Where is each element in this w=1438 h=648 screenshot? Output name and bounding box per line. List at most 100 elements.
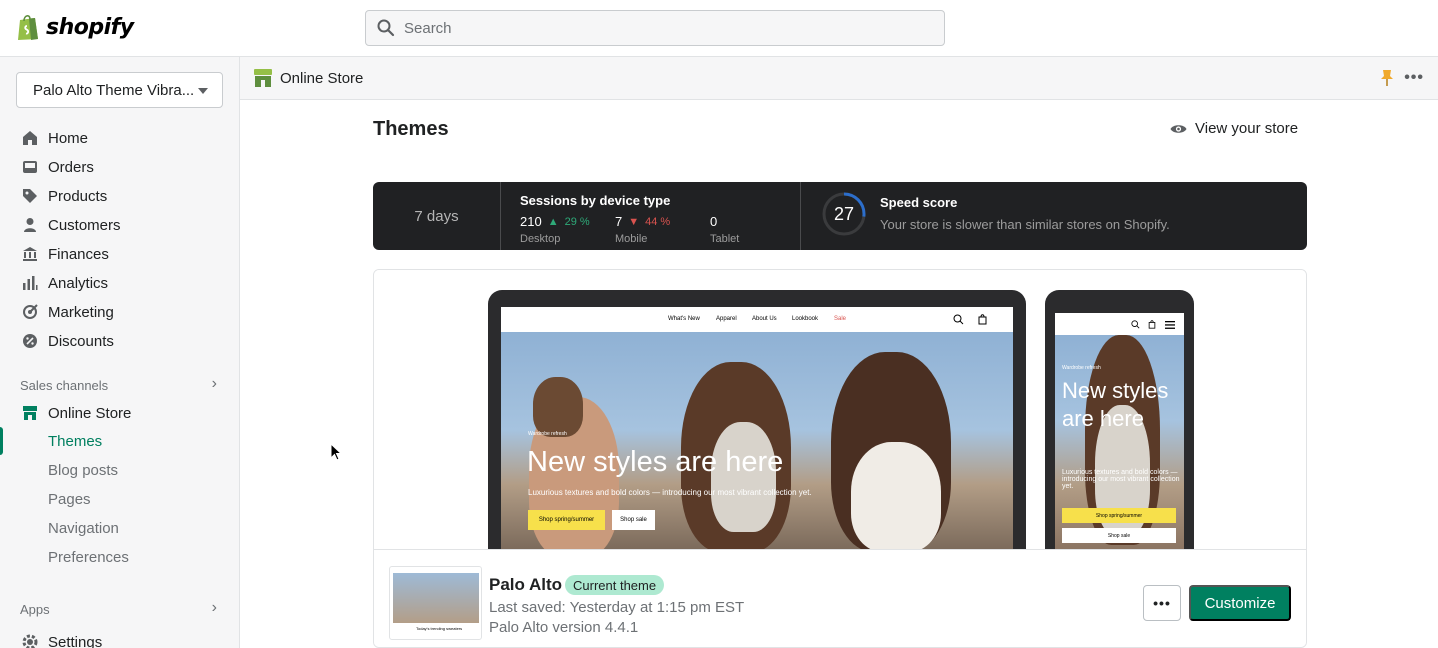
theme-thumbnail[interactable]: Today's trending sweaters <box>389 566 482 640</box>
period-selector[interactable]: 7 days <box>373 182 501 250</box>
sidebar-item-online-store[interactable]: Online Store <box>0 399 240 427</box>
sidebar-item-label: Settings <box>48 633 103 648</box>
mobile-primary-button: Shop spring/summer <box>1062 508 1176 523</box>
bar-chart-icon <box>21 274 39 292</box>
mobile-change: 44 % <box>645 215 671 228</box>
sidebar-item-customers[interactable]: Customers <box>0 211 240 239</box>
chevron-right-icon[interactable]: › <box>212 375 217 393</box>
speed-score-title[interactable]: Speed score <box>880 195 957 210</box>
tablet-value: 0 <box>710 214 718 229</box>
mobile-label: Mobile <box>615 233 648 245</box>
sidebar-subitem-label: Themes <box>48 432 103 450</box>
sidebar-item-home[interactable]: Home <box>0 124 240 152</box>
mobile-headline: New styles are here <box>1062 378 1169 431</box>
mouse-cursor-icon <box>330 443 342 461</box>
mobile-eyebrow: Wardrobe refresh <box>1062 365 1101 371</box>
sidebar-item-analytics[interactable]: Analytics <box>0 269 240 297</box>
speed-score-description: Your store is slower than similar stores… <box>880 217 1170 232</box>
preview-nav-item: Sale <box>834 316 847 322</box>
target-icon <box>21 303 39 321</box>
store-name: Palo Alto Theme Vibra... <box>33 81 195 99</box>
desktop-preview: What's New Apparel About Us Lookbook Sal… <box>488 290 1026 550</box>
sidebar-item-label: Marketing <box>48 303 114 321</box>
discount-icon <box>21 332 39 350</box>
preview-nav-item: About Us <box>752 316 777 322</box>
theme-actions-button[interactable]: ••• <box>1143 585 1181 621</box>
sidebar-subitem-navigation[interactable]: Navigation <box>0 514 240 542</box>
desktop-label: Desktop <box>520 233 561 245</box>
tablet-label: Tablet <box>710 233 740 245</box>
bank-icon <box>21 245 39 263</box>
store-selector[interactable]: Palo Alto Theme Vibra... <box>16 72 223 108</box>
mobile-sessions: 7 ▼ 44 % Mobile <box>615 214 670 245</box>
current-theme-card: What's New Apparel About Us Lookbook Sal… <box>373 269 1307 648</box>
sidebar-item-settings[interactable]: Settings <box>0 628 240 648</box>
preview-nav-item: What's New <box>668 316 700 322</box>
theme-preview: What's New Apparel About Us Lookbook Sal… <box>374 270 1306 550</box>
preview-nav: What's New Apparel About Us Lookbook Sal… <box>501 307 1013 332</box>
sidebar-subitem-blog-posts[interactable]: Blog posts <box>0 456 240 484</box>
speed-score-value[interactable]: 27 <box>821 191 867 237</box>
sidebar-item-label: Customers <box>48 216 121 234</box>
theme-name: Palo Alto <box>489 575 563 594</box>
chevron-right-icon[interactable]: › <box>212 599 217 617</box>
sidebar-subitem-label: Blog posts <box>48 461 119 479</box>
page-title: Themes <box>373 118 449 140</box>
shopify-logo[interactable]: shopify <box>16 13 134 41</box>
mobile-secondary-button: Shop sale <box>1062 528 1176 543</box>
preview-primary-button: Shop spring/summer <box>528 510 605 530</box>
sidebar-subitem-label: Pages <box>48 490 91 508</box>
up-arrow-icon: ▲ <box>547 215 559 228</box>
store-icon <box>254 69 272 87</box>
view-store-link[interactable]: View your store <box>1170 120 1298 137</box>
tag-icon <box>21 187 39 205</box>
search-icon <box>377 19 395 37</box>
sidebar: Palo Alto Theme Vibra... Home Orders Pro… <box>0 57 240 648</box>
sidebar-subitem-label: Navigation <box>48 519 119 537</box>
model-figure <box>533 377 583 437</box>
search-input[interactable] <box>404 19 904 37</box>
mobile-subline: Luxurious textures and bold colors — int… <box>1062 469 1180 490</box>
sidebar-subitem-themes[interactable]: Themes <box>0 427 240 455</box>
home-icon <box>21 129 39 147</box>
sidebar-item-marketing[interactable]: Marketing <box>0 298 240 326</box>
sidebar-subitem-pages[interactable]: Pages <box>0 485 240 513</box>
thumbnail-caption: Today's trending sweaters <box>416 626 463 631</box>
search-bar[interactable] <box>365 10 945 46</box>
theme-info-row: Today's trending sweaters Palo Alto Curr… <box>374 549 1306 647</box>
search-icon <box>1131 320 1140 329</box>
sidebar-item-discounts[interactable]: Discounts <box>0 327 240 355</box>
theme-version: Palo Alto version 4.4.1 <box>489 619 639 636</box>
customize-button[interactable]: Customize <box>1189 585 1291 621</box>
top-bar: shopify <box>0 0 1438 57</box>
mobile-value: 7 <box>615 214 623 229</box>
sidebar-item-label: Analytics <box>48 274 109 292</box>
preview-eyebrow: Wardrobe refresh <box>528 431 567 437</box>
sidebar-item-finances[interactable]: Finances <box>0 240 240 268</box>
view-store-label: View your store <box>1195 120 1299 137</box>
person-icon <box>21 216 39 234</box>
preview-subline: Luxurious textures and bold colors — int… <box>528 488 812 497</box>
sidebar-item-orders[interactable]: Orders <box>0 153 240 181</box>
more-actions-icon[interactable]: ••• <box>1404 69 1424 87</box>
preview-hero-image: Wardrobe refresh New styles are here Lux… <box>501 332 1013 550</box>
theme-last-saved: Last saved: Yesterday at 1:15 pm EST <box>489 599 745 616</box>
down-arrow-icon: ▼ <box>628 215 640 228</box>
preview-nav-item: Lookbook <box>792 316 819 322</box>
tablet-sessions: 0 Tablet <box>710 214 739 245</box>
desktop-change: 29 % <box>564 215 590 228</box>
preview-headline: New styles are here <box>527 446 784 478</box>
mobile-preview: Wardrobe refresh New styles are here Lux… <box>1045 290 1194 550</box>
desktop-value: 210 <box>520 214 542 229</box>
sidebar-item-label: Orders <box>48 158 94 176</box>
sidebar-subitem-preferences[interactable]: Preferences <box>0 543 240 571</box>
sessions-panel[interactable]: Sessions by device type 210 ▲ 29 % Deskt… <box>502 182 801 250</box>
preview-nav-item: Apparel <box>716 316 737 322</box>
store-icon <box>21 404 39 422</box>
online-store-header: Online Store ••• <box>240 57 1438 100</box>
pin-icon[interactable] <box>1380 69 1394 87</box>
sidebar-item-products[interactable]: Products <box>0 182 240 210</box>
brand-name: shopify <box>46 14 134 40</box>
sidebar-item-label: Discounts <box>48 332 114 350</box>
orders-icon <box>21 158 39 176</box>
